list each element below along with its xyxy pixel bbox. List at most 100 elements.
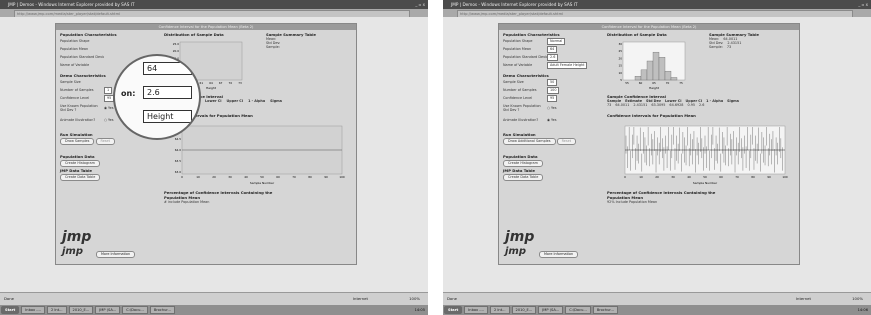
pop-sd-field[interactable]: 2.6 <box>547 53 559 61</box>
mag-sd-field[interactable]: 2.6 <box>143 86 192 99</box>
pop-mean-field[interactable]: 64 <box>547 45 558 53</box>
more-info-button[interactable]: More Information <box>96 251 136 258</box>
start-button[interactable]: Start <box>444 306 463 314</box>
x-tick-label: 60 <box>719 175 723 179</box>
animate-radio[interactable]: ○ Yes <box>104 118 114 122</box>
taskbar-item[interactable]: JMP (SA... <box>95 306 121 314</box>
pop-sd-label: Population Standard Deviation <box>60 55 104 59</box>
create-table-button[interactable]: Create Data Table <box>503 174 544 181</box>
window-title: JMP | Demos - Windows Internet Explorer … <box>8 2 135 7</box>
var-name-field[interactable]: Adult Female Height <box>547 61 588 69</box>
start-button[interactable]: Start <box>1 306 20 314</box>
ci-val: 64.6928 <box>669 103 684 107</box>
address-bar: http://www.jmp.com/media/ster_player/sta… <box>0 9 428 18</box>
status-bar: Done Internet 100% <box>0 292 428 305</box>
cip-x-label: Sample Number <box>250 181 275 185</box>
mag-variable-field[interactable]: Height <box>143 110 192 123</box>
hist-y-ticks: 30 25 20 15 10 5 <box>618 42 622 82</box>
taskbar-item[interactable]: Brochur... <box>592 306 618 314</box>
hist-x-label: Height <box>206 86 217 90</box>
taskbar-item[interactable]: 2010_E... <box>68 306 94 314</box>
radio-yes-label: Yes <box>108 118 114 122</box>
taskbar-item[interactable]: JMP (SA... <box>538 306 564 314</box>
animate-row: Animate Illustration? ◉ Yes <box>503 114 603 126</box>
known-sd-yes-radio[interactable]: ○ Yes <box>547 106 557 110</box>
x-tick-label: 10 <box>639 175 643 179</box>
x-tick-label: 64 <box>209 81 213 85</box>
num-samples-select[interactable]: 1 <box>104 86 113 94</box>
jmp-app: Confidence Interval for the Population M… <box>55 23 357 265</box>
pct-header: Percentage of Confidence Intervals Conta… <box>164 190 273 200</box>
x-tick-label: 70 <box>292 175 296 179</box>
taskbar-item[interactable]: Inbox -... <box>464 306 488 314</box>
ci-panel: Sample Confidence Interval SampleEstimat… <box>607 94 797 118</box>
known-sd-row: Use Known Population Std Dev ? ○ Yes <box>503 102 603 114</box>
window-controls[interactable]: _ ▫ x <box>858 2 868 7</box>
hist-x-ticks: 55 60 65 70 75 <box>625 81 683 85</box>
taskbar-clock: 14:05 <box>414 308 425 312</box>
taskbar-item[interactable]: C:\Docu... <box>565 306 591 314</box>
status-zoom[interactable]: 100% <box>409 293 420 305</box>
taskbar-item[interactable]: C:\Docu... <box>122 306 148 314</box>
window-controls[interactable]: _ ▫ x <box>415 2 425 7</box>
x-tick-label: 60 <box>639 81 643 85</box>
x-tick-label: 80 <box>308 175 312 179</box>
create-histogram-button[interactable]: Create Histogram <box>503 160 543 167</box>
create-histogram-button[interactable]: Create Histogram <box>60 160 100 167</box>
taskbar-item[interactable]: 2010_E... <box>511 306 537 314</box>
taskbar: Start Inbox -... 2 Int... 2010_E... JMP … <box>443 305 871 315</box>
pop-shape-label: Population Shape <box>503 39 533 43</box>
summary-sample-label: Sample: <box>709 45 723 49</box>
distribution-panel: Distribution of Sample Data <box>607 32 687 37</box>
sample-size-field[interactable]: 50 <box>547 78 558 86</box>
conf-level-label: Confidence Level <box>503 96 533 100</box>
ci-values: 73 64.0011 2.43151 63.3095 64.6928 0.95 2.6 <box>607 103 797 107</box>
x-tick-label: 0 <box>624 175 626 179</box>
summary-sample-value: 73 <box>726 45 732 49</box>
animate-label: Animate Illustration? <box>60 118 96 122</box>
status-zone: Internet <box>795 296 811 301</box>
taskbar-item[interactable]: Inbox -... <box>21 306 45 314</box>
ci-col: Sigma <box>727 99 739 103</box>
conf-level-row: Confidence Level 95 <box>503 94 603 102</box>
x-tick-label: 60 <box>276 175 280 179</box>
status-done: Done <box>4 296 14 301</box>
draw-samples-button[interactable]: Draw Samples <box>60 138 95 145</box>
reset-button[interactable]: Reset <box>556 138 577 145</box>
x-tick-label: 90 <box>767 175 771 179</box>
jmp-logo: jmp <box>62 229 92 245</box>
create-table-button[interactable]: Create Data Table <box>60 174 101 181</box>
x-tick-label: 50 <box>703 175 707 179</box>
pop-shape-select[interactable]: Normal <box>547 37 566 45</box>
ci-col: Upper CI <box>226 99 244 103</box>
taskbar-item[interactable]: 2 Int... <box>489 306 510 314</box>
y-tick-label: 64.5 <box>175 137 181 141</box>
sample-size-label: Sample Size <box>503 80 524 84</box>
draw-samples-button[interactable]: Draw Additional Samples <box>503 138 556 145</box>
ci-val: 73 <box>607 103 612 107</box>
jmp-logo-small: jmp <box>505 246 527 257</box>
y-tick-label: 63.0 <box>175 170 181 174</box>
hist-bar <box>652 51 660 81</box>
cip-chart-left: 65.064.564.063.563.0 0102030405060708090… <box>175 125 345 185</box>
jmp-app: Confidence Interval for the Population M… <box>498 23 800 265</box>
animate-radio[interactable]: ◉ Yes <box>547 118 557 122</box>
y-tick-label: 15 <box>618 64 622 68</box>
num-samples-select[interactable]: 100 <box>547 86 560 94</box>
status-zoom[interactable]: 100% <box>852 293 863 305</box>
x-tick-label: 20 <box>212 175 216 179</box>
more-info-button[interactable]: More Information <box>539 251 579 258</box>
taskbar-item[interactable]: 2 Int... <box>46 306 67 314</box>
num-samples-label: Number of Samples <box>60 88 94 92</box>
mag-mean-field[interactable]: 64 <box>143 62 192 75</box>
summary-sample-row: Sample: 73 <box>709 45 795 49</box>
ci-val: 2.43151 <box>633 103 648 107</box>
status-bar: Done Internet 100% <box>443 292 871 305</box>
x-tick-label: 67 <box>219 81 223 85</box>
var-name-label: Name of Variable <box>503 63 533 67</box>
conf-level-select[interactable]: 95 <box>547 94 558 102</box>
reset-button[interactable]: Reset <box>95 138 115 145</box>
taskbar-item[interactable]: Brochur... <box>149 306 175 314</box>
known-sd-yes-radio[interactable]: ◉ Yes <box>104 106 114 110</box>
pop-sd-row: Population Standard Deviation <box>60 53 140 61</box>
